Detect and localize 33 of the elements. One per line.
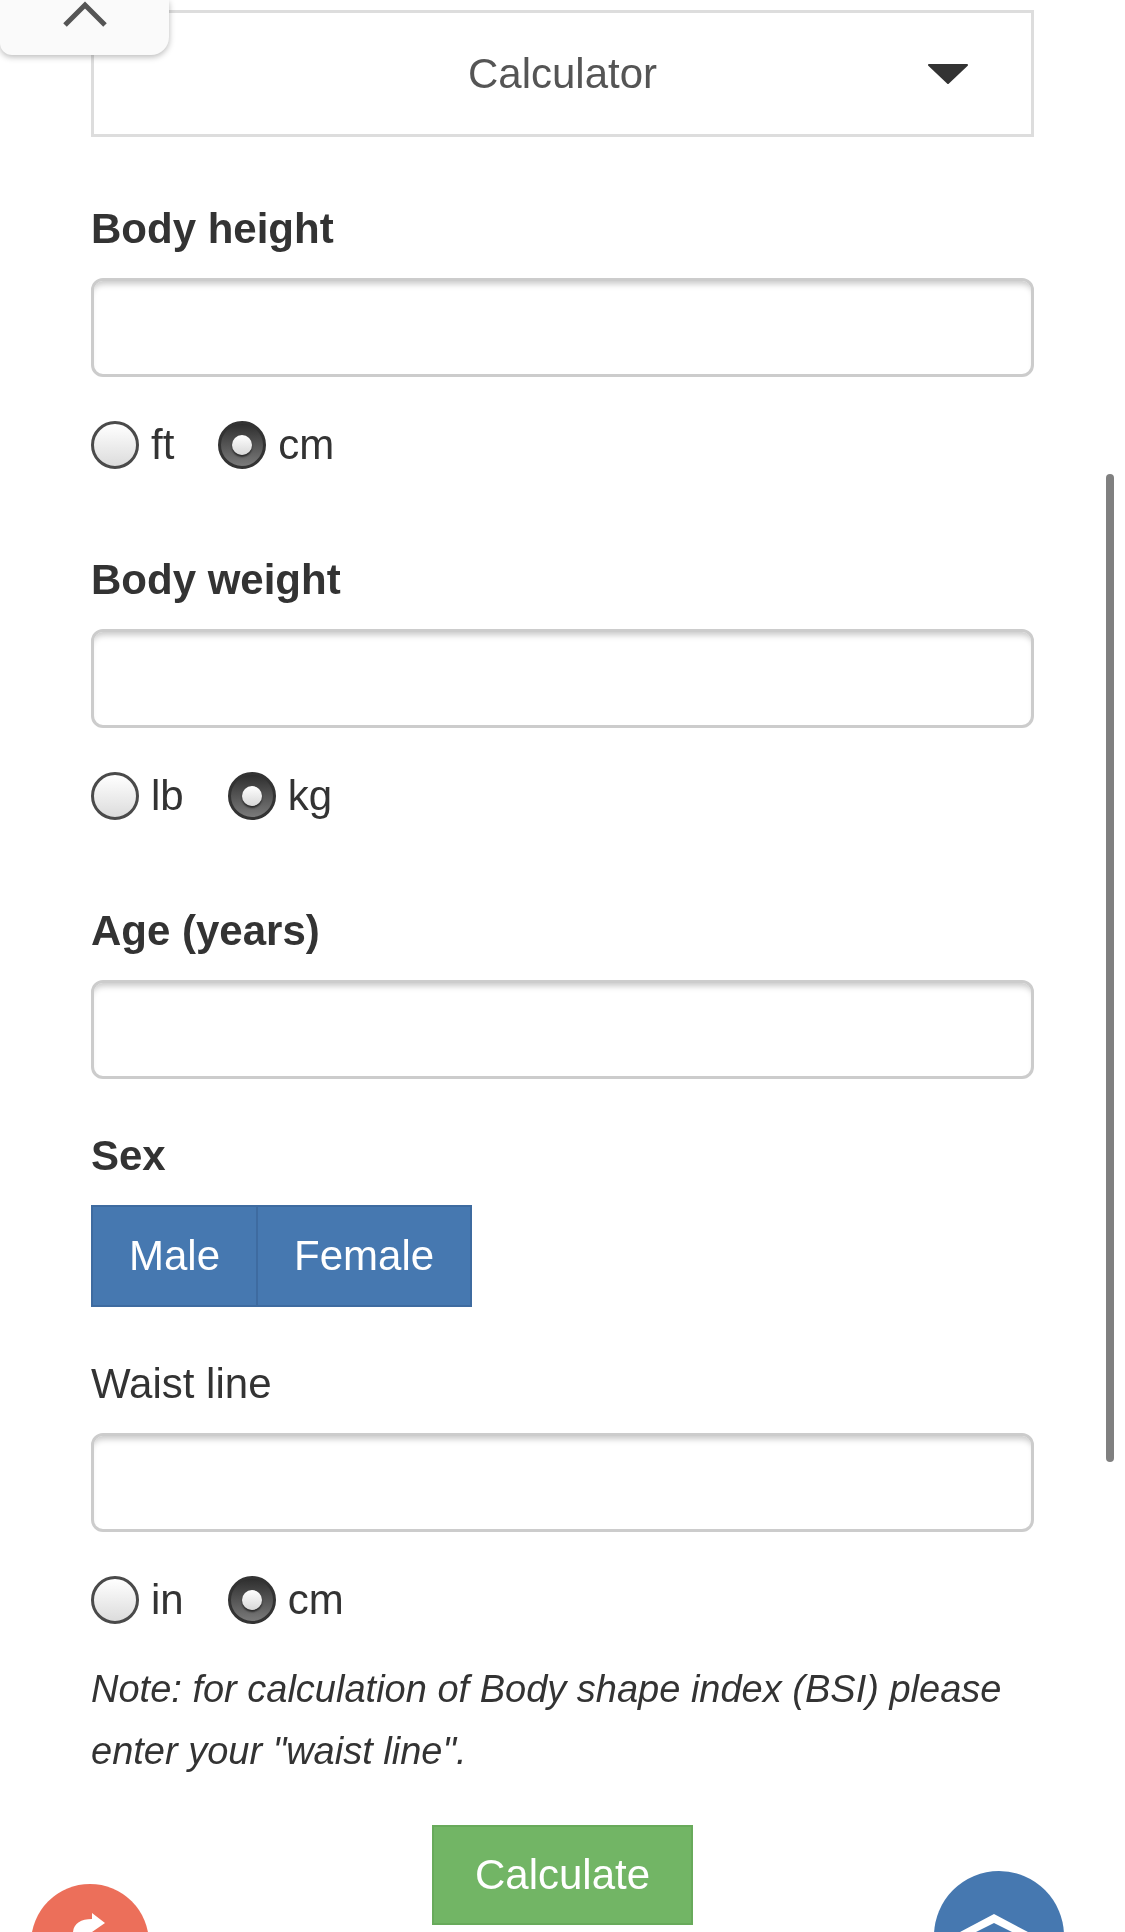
scroll-top-button[interactable] — [934, 1871, 1064, 1932]
radio-label: kg — [287, 772, 333, 820]
curved-arrow-icon — [73, 1913, 105, 1932]
field-label: Sex — [91, 1131, 167, 1181]
field-label: Body height — [91, 204, 335, 254]
input-field[interactable] — [91, 1433, 1034, 1532]
radio-label: ft — [151, 421, 175, 469]
caret-down-icon — [928, 63, 968, 84]
radio-button[interactable] — [227, 772, 276, 820]
radio-label: in — [151, 1576, 184, 1624]
share-button[interactable] — [31, 1884, 149, 1932]
calculate-button[interactable]: Calculate — [431, 1825, 694, 1925]
radio-button[interactable] — [227, 1576, 276, 1624]
radio-button[interactable] — [91, 772, 139, 820]
input-field[interactable] — [91, 278, 1034, 377]
note-text: Note: for calculation of Body shape index (BSI) please enter your "waist line". — [91, 1667, 1003, 1774]
input-field[interactable] — [91, 629, 1034, 728]
radio-button[interactable] — [91, 421, 139, 469]
field-label: Age (years) — [91, 906, 321, 956]
collapse-tab[interactable] — [0, 0, 169, 55]
radio-label: cm — [287, 1576, 344, 1624]
caret-up-icon — [61, 1, 108, 28]
radio-label: lb — [151, 772, 184, 820]
radio-button[interactable] — [91, 1576, 139, 1624]
segment-button[interactable]: Male — [91, 1205, 259, 1307]
segment-button[interactable]: Female — [256, 1205, 473, 1307]
radio-button[interactable] — [218, 421, 267, 469]
field-label: Body weight — [91, 555, 342, 605]
input-field[interactable] — [91, 980, 1034, 1079]
field-label: Waist line — [91, 1359, 273, 1409]
caret-up-icon — [960, 1914, 1028, 1932]
calculator-dropdown[interactable]: Calculator — [91, 10, 1034, 137]
radio-label: cm — [278, 421, 335, 469]
